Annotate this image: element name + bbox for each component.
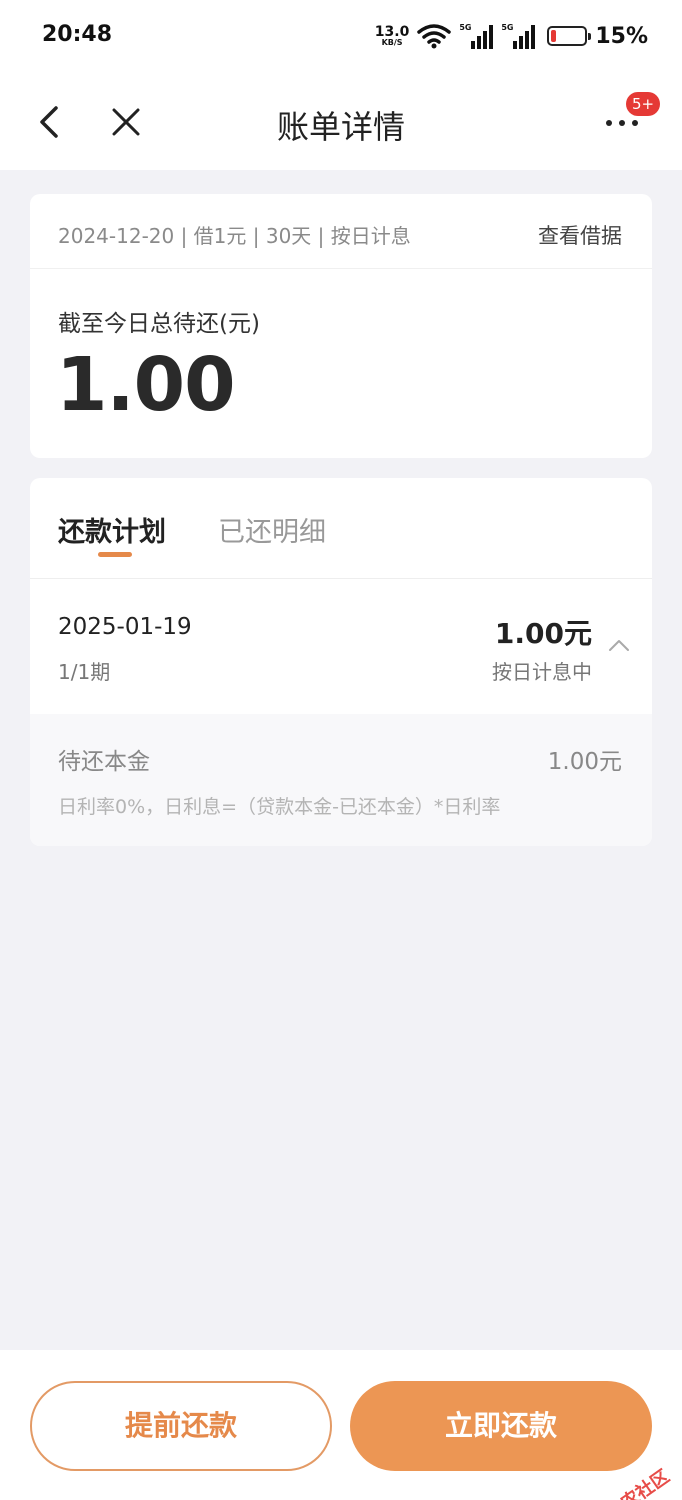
network-speed-unit: KB/S (381, 38, 403, 47)
principal-due-value: 1.00元 (547, 749, 622, 775)
wifi-icon (417, 24, 452, 49)
early-repay-button[interactable]: 提前还款 (30, 1381, 332, 1471)
notification-badge: 5+ (626, 92, 661, 116)
installment-status: 按日计息中 (492, 660, 592, 684)
installment-period: 1/1期 (58, 660, 111, 684)
interest-note: 日利率0%，日利息=（贷款本金-已还本金）*日利率 (58, 796, 501, 818)
divider (30, 578, 652, 579)
total-due-amount: 1.00 (56, 342, 236, 428)
bill-summary-card: 2024-12-20 | 借1元 | 30天 | 按日计息 查看借据 截至今日总… (30, 194, 652, 458)
signal-label-1: 5G (459, 23, 472, 32)
installment-amount: 1.00元 (494, 617, 592, 650)
view-iou-link[interactable]: 查看借据 (538, 220, 622, 250)
signal-icon-2: 5G (501, 23, 536, 49)
active-tab-indicator (98, 552, 132, 557)
status-time: 20:48 (42, 22, 113, 47)
network-speed: 13.0 KB/S (375, 25, 410, 47)
repay-now-button[interactable]: 立即还款 (350, 1381, 652, 1471)
tab-repaid-details[interactable]: 已还明细 (218, 510, 326, 549)
chevron-up-icon[interactable] (608, 638, 630, 652)
principal-due-label: 待还本金 (58, 749, 150, 775)
tab-repayment-plan[interactable]: 还款计划 (58, 510, 166, 549)
status-bar: 20:48 13.0 KB/S 5G 5G 15% (0, 0, 682, 72)
divider (30, 268, 652, 269)
signal-icon-1: 5G (459, 23, 494, 49)
installment-detail: 待还本金 1.00元 日利率0%，日利息=（贷款本金-已还本金）*日利率 (30, 714, 652, 846)
battery-icon (547, 26, 592, 46)
network-speed-value: 13.0 (374, 24, 410, 40)
signal-label-2: 5G (501, 23, 514, 32)
nav-bar: 账单详情 (0, 72, 682, 170)
loan-meta: 2024-12-20 | 借1元 | 30天 | 按日计息 (58, 224, 411, 248)
total-due-label: 截至今日总待还(元) (58, 311, 260, 337)
status-icons: 13.0 KB/S 5G 5G 15% (375, 20, 648, 52)
bottom-action-bar: 提前还款 立即还款 卡农社区 (0, 1350, 682, 1500)
more-icon (606, 120, 638, 126)
repayment-plan-card: 还款计划 已还明细 2025-01-19 1/1期 1.00元 按日计息中 待还… (30, 478, 652, 846)
page-title: 账单详情 (276, 108, 405, 146)
battery-percent: 15% (595, 23, 648, 49)
installment-due-date: 2025-01-19 (58, 614, 192, 640)
